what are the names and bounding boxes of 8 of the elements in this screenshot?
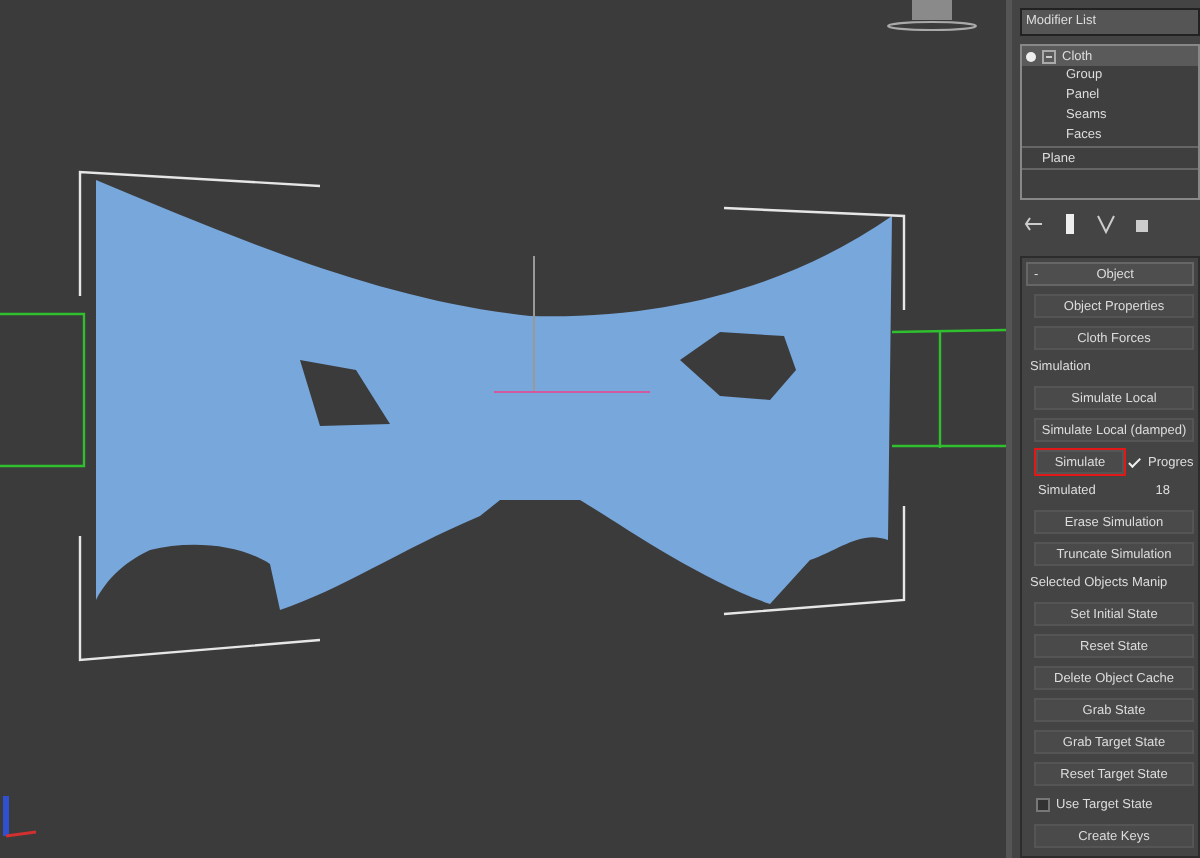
fork-icon[interactable] — [1096, 214, 1116, 234]
lightbulb-icon[interactable] — [1026, 51, 1036, 61]
viewcube-icon[interactable] — [887, 0, 977, 31]
checkbox[interactable] — [1036, 798, 1050, 812]
expand-toggle-icon[interactable] — [1042, 49, 1056, 63]
checkmark-icon[interactable] — [1128, 454, 1141, 467]
bar-icon[interactable] — [1060, 212, 1080, 236]
axis-icon — [3, 796, 37, 838]
